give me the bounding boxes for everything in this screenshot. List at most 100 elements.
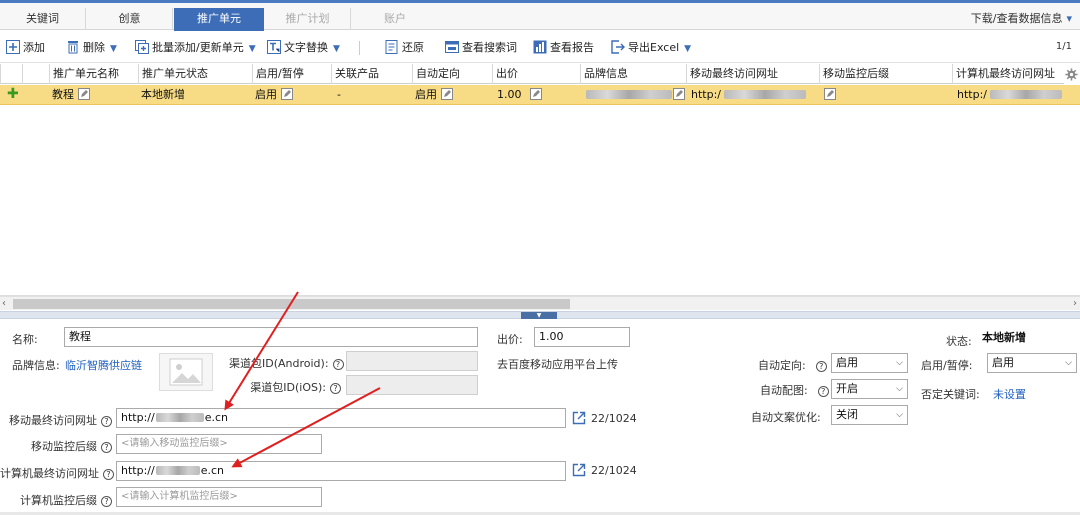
delete-button[interactable]: 删除 ▼ — [66, 39, 117, 57]
search-terms-label: 查看搜索词 — [462, 41, 517, 54]
header-mobile-suffix[interactable]: 移动监控后缀 — [819, 64, 952, 84]
help-icon[interactable]: ? — [101, 496, 112, 507]
restore-button[interactable]: 还原 — [385, 39, 424, 57]
cell-enabled[interactable]: 启用 — [252, 85, 331, 105]
ios-id-input — [346, 375, 478, 395]
mobile-url-input[interactable]: http:// e.cn — [116, 408, 566, 428]
enable-select[interactable]: 启用 ⌵ — [987, 353, 1077, 373]
trash-icon — [68, 41, 78, 54]
header-bid[interactable]: 出价 — [492, 64, 580, 84]
text-replace-label: 文字替换 — [284, 41, 328, 54]
text-replace-button[interactable]: 文字替换 ▼ — [267, 39, 340, 57]
help-icon[interactable]: ? — [330, 383, 341, 394]
export-excel-button[interactable]: 导出Excel ▼ — [611, 39, 691, 57]
tab-keywords[interactable]: 关键词 — [0, 8, 86, 30]
panel-splitter[interactable]: ▼ — [0, 311, 1080, 319]
chevron-down-icon[interactable]: ▼ — [249, 44, 256, 54]
help-icon[interactable]: ? — [103, 469, 114, 480]
redacted-url — [155, 413, 204, 422]
pc-suffix-input[interactable]: <请输入计算机监控后缀> — [116, 487, 322, 507]
header-auto-target[interactable]: 自动定向 — [412, 64, 492, 84]
edit-icon[interactable] — [824, 88, 836, 100]
scroll-left-icon[interactable]: ‹ — [2, 297, 6, 311]
view-report-button[interactable]: 查看报告 — [533, 39, 594, 57]
help-icon[interactable]: ? — [815, 361, 827, 372]
header-pc-url[interactable]: 计算机最终访问网址 — [952, 64, 1064, 84]
status-value: 本地新增 — [982, 331, 1026, 344]
cell-name[interactable]: 教程 — [49, 85, 138, 105]
tab-campaign[interactable]: 推广计划 — [265, 8, 351, 30]
cell-status: 本地新增 — [141, 88, 185, 101]
mobile-suffix-input[interactable]: <请输入移动监控后缀> — [116, 434, 322, 454]
header-select-col — [22, 64, 49, 84]
external-link-icon[interactable] — [572, 463, 586, 477]
pc-suffix-text: 计算机监控后缀 — [20, 494, 97, 507]
bid-input[interactable]: 1.00 — [534, 327, 630, 347]
edit-icon[interactable] — [673, 88, 685, 100]
edit-icon[interactable] — [441, 88, 453, 100]
help-icon[interactable]: ? — [332, 359, 344, 370]
help-icon[interactable]: ? — [101, 416, 112, 427]
header-product[interactable]: 关联产品 — [331, 64, 412, 84]
header-enabled[interactable]: 启用/暂停 — [252, 64, 331, 84]
cell-mobile-suffix[interactable] — [819, 85, 952, 105]
chevron-down-icon[interactable]: ▼ — [110, 44, 117, 54]
edit-icon[interactable] — [78, 88, 90, 100]
external-link-icon[interactable] — [572, 411, 586, 425]
pc-url-input[interactable]: http:// e.cn — [116, 461, 566, 481]
header-mobile-url[interactable]: 移动最终访问网址 — [686, 64, 819, 84]
tab-ad-group[interactable]: 推广单元 — [174, 8, 264, 33]
enable-value: 启用 — [992, 356, 1014, 369]
help-icon[interactable]: ? — [817, 386, 829, 397]
scrollbar-thumb[interactable] — [13, 299, 570, 309]
chevron-down-icon[interactable]: ▼ — [684, 44, 691, 54]
auto-image-label: 自动配图:? — [760, 382, 829, 398]
cell-product: - — [337, 88, 341, 101]
negative-keyword-link[interactable]: 未设置 — [993, 386, 1026, 402]
delete-label: 删除 — [83, 41, 105, 54]
name-input[interactable]: 教程 — [64, 327, 478, 347]
header-name[interactable]: 推广单元名称 — [49, 64, 138, 84]
collapse-panel-icon[interactable]: ▼ — [521, 312, 557, 319]
auto-target-select[interactable]: 启用 ⌵ — [831, 353, 908, 373]
grid-header: 推广单元名称 推广单元状态 启用/暂停 关联产品 自动定向 出价 品牌信息 移动… — [0, 64, 1064, 84]
edit-icon[interactable] — [281, 88, 293, 100]
chevron-down-icon[interactable]: ▼ — [333, 44, 340, 54]
ios-id-text: 渠道包ID(iOS): — [250, 381, 326, 394]
redacted-url — [155, 466, 200, 475]
tab-bar: 关键词 创意 推广单元 推广计划 账户 下载/查看数据信息 ▾ — [0, 0, 1080, 33]
help-icon[interactable]: ? — [101, 442, 112, 453]
view-search-terms-button[interactable]: 查看搜索词 — [445, 39, 517, 57]
mobile-url-label: 移动最终访问网址? — [0, 412, 112, 428]
horizontal-scrollbar[interactable]: ‹ › — [0, 296, 1080, 310]
batch-update-button[interactable]: 批量添加/更新单元 ▼ — [135, 39, 256, 57]
batch-add-icon — [135, 40, 149, 54]
negative-keyword-label: 否定关键词: — [921, 388, 980, 401]
auto-target-value: 启用 — [836, 356, 858, 369]
edit-icon[interactable] — [529, 88, 542, 100]
cell-pc-url[interactable]: http:/ — [952, 85, 1080, 105]
auto-image-text: 自动配图: — [760, 384, 808, 397]
auto-image-value: 开启 — [836, 382, 858, 395]
auto-copy-select[interactable]: 关闭 ⌵ — [831, 405, 908, 425]
cell-auto-target[interactable]: 启用 — [412, 85, 492, 105]
header-brand[interactable]: 品牌信息 — [580, 64, 686, 84]
page-indicator: 1/1 — [1055, 41, 1072, 52]
enable-label: 启用/暂停: — [921, 359, 973, 372]
tab-creative[interactable]: 创意 — [87, 8, 173, 30]
scroll-right-icon[interactable]: › — [1073, 297, 1077, 311]
header-status[interactable]: 推广单元状态 — [138, 64, 252, 84]
cell-mobile-url[interactable]: http:/ — [686, 85, 819, 105]
add-button[interactable]: 添加 — [6, 39, 45, 57]
toolbar: 添加 删除 ▼ 批量添加/更新单元 ▼ 文字替换 ▼ 还原 查看搜索词 查看报告 导出… — [0, 31, 1080, 63]
cell-bid[interactable]: 1.00 — [492, 85, 580, 105]
auto-image-select[interactable]: 开启 ⌵ — [831, 379, 908, 399]
brand-link[interactable]: 临沂智腾供应链 — [65, 357, 142, 373]
tab-account[interactable]: 账户 — [352, 8, 438, 30]
download-data-menu[interactable]: 下载/查看数据信息 ▾ — [971, 10, 1072, 26]
expand-plus-icon[interactable]: ✚ — [4, 85, 22, 105]
pc-url-text: 计算机最终访问网址 — [0, 467, 99, 480]
cell-brand[interactable] — [580, 85, 686, 105]
table-row[interactable]: ✚ 教程 本地新增 启用 - 启用 1.00 http:/ http:/ — [0, 85, 1080, 105]
gear-icon[interactable] — [1065, 68, 1078, 81]
